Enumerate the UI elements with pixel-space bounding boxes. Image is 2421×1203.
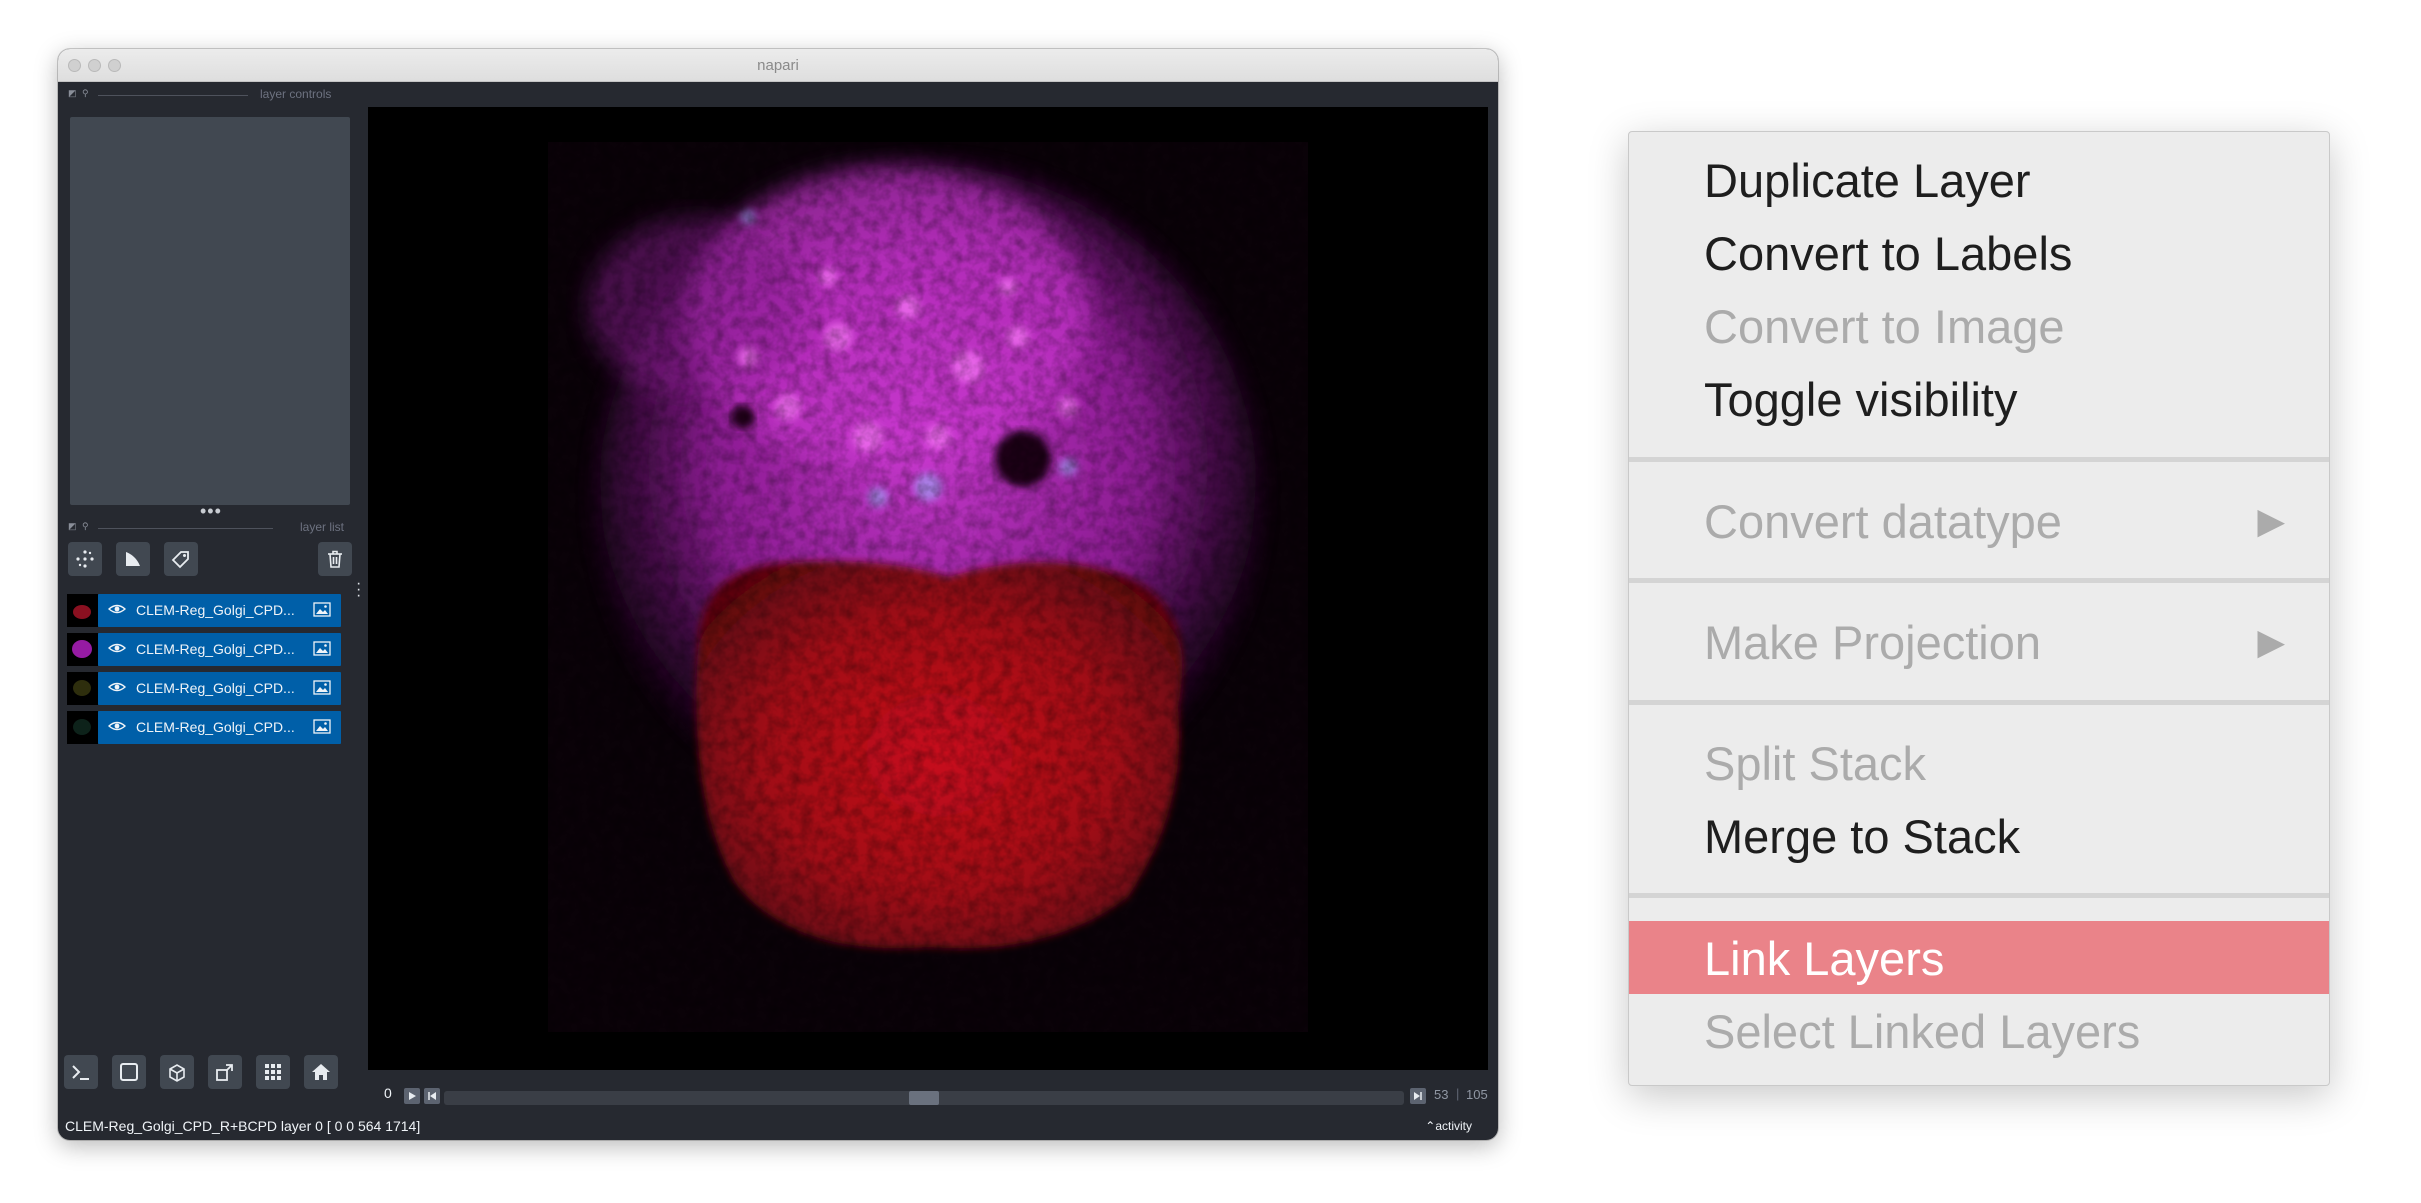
dock-divider (98, 95, 248, 96)
menu-item-merge-to-stack[interactable]: Merge to Stack (1629, 799, 2329, 872)
ndisplay-icon (120, 1063, 138, 1081)
layer-item[interactable]: CLEM-Reg_Golgi_CPD... (98, 711, 341, 744)
menu-separator (1629, 700, 2329, 705)
play-button[interactable] (404, 1088, 420, 1104)
roll-icon (169, 1064, 185, 1082)
menu-item-label: Convert datatype (1704, 495, 2062, 548)
roll-dims-button[interactable] (160, 1055, 194, 1089)
status-text: CLEM-Reg_Golgi_CPD_R+BCPD layer 0 [ 0 0 … (65, 1118, 421, 1134)
menu-item-convert-to-labels[interactable]: Convert to Labels (1629, 216, 2329, 289)
image-canvas[interactable] (368, 107, 1488, 1070)
console-button[interactable] (64, 1055, 98, 1089)
step-back-icon (428, 1092, 436, 1100)
step-forward-button[interactable] (1410, 1088, 1426, 1104)
more-options-icon[interactable]: · · · (356, 576, 361, 604)
step-forward-icon (1414, 1092, 1422, 1100)
layer-thumbnail (67, 711, 98, 744)
layer-list-header: ◩ ⚲ layer list (68, 520, 358, 534)
menu-item-split-stack[interactable]: Split Stack (1629, 726, 2329, 799)
layer-list-label: layer list (300, 520, 345, 534)
layer-name: CLEM-Reg_Golgi_CPD... (136, 719, 295, 735)
menu-item-convert-datatype[interactable]: Convert datatype ▶ (1629, 484, 2329, 557)
title-bar: napari (58, 49, 1498, 82)
layer-item[interactable]: CLEM-Reg_Golgi_CPD... (98, 633, 341, 666)
layer-row[interactable]: CLEM-Reg_Golgi_CPD... (67, 594, 357, 627)
home-icon (312, 1064, 330, 1080)
menu-separator (1629, 578, 2329, 583)
menu-item-convert-to-image[interactable]: Convert to Image (1629, 289, 2329, 362)
napari-window: napari ◩ ⚲ layer controls ••• ◩ ⚲ layer … (58, 49, 1498, 1140)
layer-name: CLEM-Reg_Golgi_CPD... (136, 680, 295, 696)
image-layer-icon (313, 641, 331, 656)
frame-separator: | (1456, 1086, 1460, 1101)
menu-item-link-layers[interactable]: Link Layers (1629, 921, 2329, 994)
layer-row[interactable]: CLEM-Reg_Golgi_CPD... (67, 672, 357, 705)
visibility-eye-icon[interactable] (108, 680, 126, 694)
menu-item-label: Duplicate Layer (1704, 154, 2031, 207)
activity-button[interactable]: ⌃activity (1425, 1119, 1472, 1133)
image-layer-icon (313, 602, 331, 617)
layer-thumbnail (67, 594, 98, 627)
image-layer-icon (313, 680, 331, 695)
menu-separator (1629, 457, 2329, 462)
menu-item-label: Link Layers (1704, 932, 1945, 985)
layer-controls-panel (70, 117, 350, 505)
layer-name: CLEM-Reg_Golgi_CPD... (136, 641, 295, 657)
layer-thumbnail (67, 672, 98, 705)
visibility-eye-icon[interactable] (108, 719, 126, 733)
transpose-icon (216, 1064, 233, 1081)
window-title: napari (757, 57, 799, 74)
dock-resize-handle[interactable]: ••• (200, 501, 222, 522)
submenu-arrow-icon: ▶ (2257, 621, 2285, 662)
submenu-arrow-icon: ▶ (2257, 500, 2285, 541)
menu-item-label: Select Linked Layers (1704, 1005, 2141, 1058)
menu-item-label: Convert to Image (1704, 300, 2065, 353)
slider-thumb[interactable] (909, 1091, 939, 1105)
microscopy-image (548, 142, 1308, 1032)
visibility-eye-icon[interactable] (108, 641, 126, 655)
current-frame-value[interactable]: 53 (1434, 1087, 1448, 1102)
menu-item-label: Split Stack (1704, 737, 1927, 790)
float-dock-icon[interactable]: ◩ (68, 521, 77, 532)
layer-item[interactable]: CLEM-Reg_Golgi_CPD... (98, 672, 341, 705)
layer-context-menu: Duplicate Layer Convert to Labels Conver… (1628, 131, 2330, 1086)
float-dock-icon[interactable]: ◩ (68, 88, 77, 99)
step-back-button[interactable] (424, 1088, 440, 1104)
ndisplay-button[interactable] (112, 1055, 146, 1089)
image-layer-icon (313, 719, 331, 734)
layer-name: CLEM-Reg_Golgi_CPD... (136, 602, 295, 618)
menu-item-select-linked-layers[interactable]: Select Linked Layers (1629, 994, 2329, 1067)
grid-view-button[interactable] (256, 1055, 290, 1089)
menu-item-label: Convert to Labels (1704, 227, 2073, 280)
transpose-dims-button[interactable] (208, 1055, 242, 1089)
chevron-up-icon: ⌃ (1425, 1119, 1436, 1133)
layer-item[interactable]: CLEM-Reg_Golgi_CPD... (98, 594, 341, 627)
max-frame-value: 105 (1466, 1087, 1488, 1102)
dock-search-icon[interactable]: ⚲ (82, 521, 89, 532)
layer-row[interactable]: CLEM-Reg_Golgi_CPD... (67, 711, 357, 744)
layer-row[interactable]: CLEM-Reg_Golgi_CPD... (67, 633, 357, 666)
console-icon (72, 1065, 89, 1080)
dims-slider[interactable] (444, 1091, 1404, 1105)
slider-start-label: 0 (384, 1085, 392, 1101)
grid-icon (265, 1064, 281, 1080)
menu-separator (1629, 893, 2329, 898)
dock-search-icon[interactable]: ⚲ (82, 88, 89, 99)
layer-thumbnail (67, 633, 98, 666)
layer-controls-header: ◩ ⚲ layer controls (68, 87, 358, 101)
layer-controls-label: layer controls (260, 87, 332, 101)
dock-divider (98, 528, 273, 529)
play-icon (409, 1092, 416, 1100)
menu-item-duplicate-layer[interactable]: Duplicate Layer (1629, 143, 2329, 216)
menu-item-label: Make Projection (1704, 616, 2041, 669)
menu-item-label: Merge to Stack (1704, 810, 2021, 863)
reset-view-button[interactable] (304, 1055, 338, 1089)
activity-label: activity (1435, 1119, 1472, 1133)
menu-item-label: Toggle visibility (1704, 373, 2018, 426)
menu-item-toggle-visibility[interactable]: Toggle visibility (1629, 362, 2329, 435)
visibility-eye-icon[interactable] (108, 602, 126, 616)
menu-item-make-projection[interactable]: Make Projection ▶ (1629, 605, 2329, 678)
